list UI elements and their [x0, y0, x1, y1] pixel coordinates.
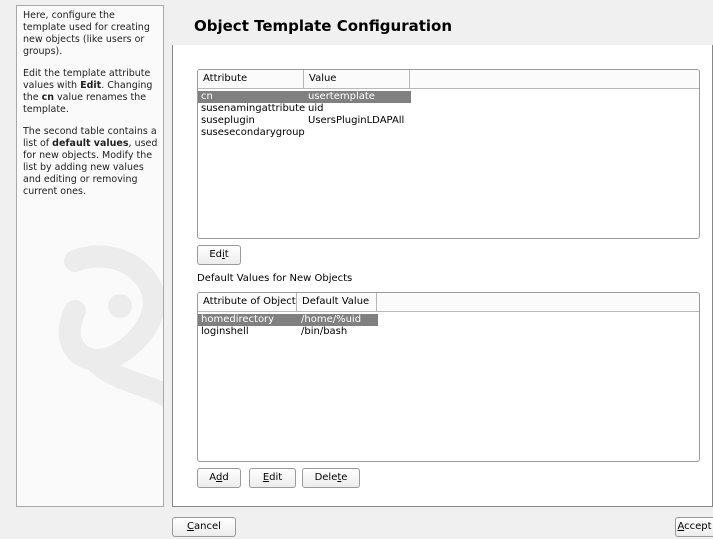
cell-attribute: cn — [201, 91, 213, 102]
accept-button[interactable]: Accept — [675, 517, 713, 537]
cell-value: /bin/bash — [301, 326, 348, 337]
title-bar: Object Template Configuration — [172, 5, 713, 46]
column-header-value[interactable]: Value — [304, 70, 410, 88]
help-paragraph-1: Here, configure the template used for cr… — [23, 10, 150, 57]
table-row[interactable]: susenamingattribute uid — [198, 103, 438, 115]
cell-attribute: susenamingattribute — [201, 103, 305, 114]
table-header: Attribute of Object Default Value — [198, 293, 699, 312]
suse-watermark-logo — [58, 245, 163, 407]
cell-value: usertemplate — [308, 91, 375, 102]
table-row[interactable]: loginshell /bin/bash — [198, 326, 378, 338]
help-paragraph-3: The second table contains a list of defa… — [23, 126, 158, 197]
cell-value — [318, 127, 418, 139]
page-title: Object Template Configuration — [194, 17, 453, 35]
table-row[interactable]: homedirectory /home/%uid — [198, 314, 378, 326]
table-row[interactable]: cn usertemplate — [198, 91, 411, 103]
cell-attribute: suseplugin — [201, 115, 255, 126]
cell-value: uid — [308, 103, 324, 114]
default-values-table[interactable]: Attribute of Object Default Value homedi… — [197, 292, 700, 462]
help-pane: Here, configure the template used for cr… — [16, 5, 164, 507]
cell-value: UsersPluginLDAPAll — [308, 115, 405, 126]
cell-attribute: homedirectory — [201, 314, 275, 325]
template-attributes-table[interactable]: Attribute Value cn usertemplate susenami… — [197, 69, 700, 239]
edit-template-button[interactable]: Edit — [197, 245, 241, 265]
table-header: Attribute Value — [198, 70, 699, 89]
delete-button[interactable]: Delete — [302, 468, 360, 488]
default-values-label: Default Values for New Objects — [197, 273, 353, 284]
add-button[interactable]: Add — [197, 468, 241, 488]
cell-value: /home/%uid — [301, 314, 362, 325]
help-paragraph-2: Edit the template attribute values with … — [23, 68, 153, 115]
column-header-attribute[interactable]: Attribute — [198, 70, 304, 88]
cell-attribute: loginshell — [201, 326, 249, 337]
table-row[interactable]: suseplugin UsersPluginLDAPAll — [198, 115, 438, 127]
column-header-attribute-of-object[interactable]: Attribute of Object — [198, 293, 297, 311]
cancel-button[interactable]: Cancel — [172, 517, 236, 537]
edit-default-button[interactable]: Edit — [249, 468, 296, 488]
help-text: Here, configure the template used for cr… — [17, 6, 163, 198]
column-header-default-value[interactable]: Default Value — [297, 293, 377, 311]
table-row[interactable]: susesecondarygroup — [198, 127, 438, 139]
cell-attribute: susesecondarygroup — [201, 127, 305, 138]
main-content: Attribute Value cn usertemplate susenami… — [172, 45, 713, 507]
